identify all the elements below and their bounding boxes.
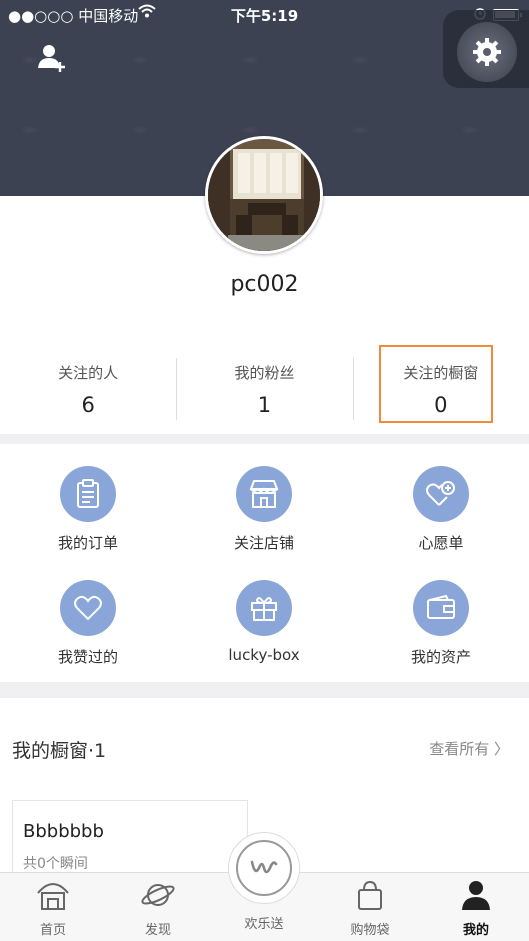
gift-box-icon — [236, 580, 292, 636]
grid-item-liked[interactable]: 我赞过的 — [0, 580, 176, 667]
showcase-card-subtitle: 共0个瞬间 — [23, 856, 88, 872]
tab-happy-send[interactable]: 欢乐送 — [224, 909, 304, 932]
center-logo-icon — [236, 840, 292, 896]
stat-label: 我的粉丝 — [234, 364, 295, 382]
highlight-box — [379, 345, 493, 423]
store-icon — [236, 466, 292, 522]
avatar[interactable] — [205, 136, 323, 254]
tab-home[interactable]: 首页 — [13, 879, 93, 938]
tab-label: 首页 — [39, 923, 66, 938]
tab-label: 我的 — [462, 923, 489, 938]
heart-icon — [60, 580, 116, 636]
center-action-button[interactable] — [228, 832, 300, 904]
tab-label: 购物袋 — [350, 923, 390, 938]
grid-item-orders[interactable]: 我的订单 — [0, 466, 176, 553]
grid-item-wishlist[interactable]: 心愿单 — [353, 466, 529, 553]
grid-item-label: 我的资产 — [410, 648, 471, 666]
gear-icon — [473, 38, 501, 66]
grid-item-label: 心愿单 — [418, 534, 464, 552]
home-icon — [37, 883, 69, 910]
stat-following[interactable]: 关注的人 6 — [0, 350, 176, 430]
grid-item-label: 我赞过的 — [57, 648, 118, 666]
person-icon — [462, 881, 490, 910]
view-all-link[interactable]: 查看所有 〉 — [429, 738, 509, 759]
grid-item-assets[interactable]: 我的资产 — [353, 580, 529, 667]
settings-button[interactable] — [457, 22, 517, 82]
bag-icon — [358, 880, 382, 910]
grid-item-followed-stores[interactable]: 关注店铺 — [176, 466, 352, 553]
tab-discover[interactable]: 发现 — [118, 879, 198, 938]
grid-item-label: 我的订单 — [57, 534, 118, 552]
clipboard-icon — [60, 466, 116, 522]
stat-value: 6 — [81, 393, 95, 417]
tab-mine[interactable]: 我的 — [436, 879, 516, 938]
tab-shopping-bag[interactable]: 购物袋 — [330, 879, 410, 938]
tab-label: 欢乐送 — [244, 917, 284, 932]
settings-button-container — [443, 10, 529, 88]
showcase-title: 我的橱窗·1 — [12, 740, 107, 762]
stat-label: 关注的人 — [58, 364, 119, 382]
add-friend-icon[interactable] — [36, 42, 68, 74]
stat-fans[interactable]: 我的粉丝 1 — [176, 350, 352, 430]
planet-icon — [141, 884, 175, 906]
showcase-card-title: Bbbbbbb — [23, 821, 104, 842]
grid-item-label: lucky-box — [228, 646, 300, 664]
grid-item-label: 关注店铺 — [233, 534, 294, 552]
wallet-icon — [413, 580, 469, 636]
function-grid: 我的订单 关注店铺 心愿单 我赞过的 lucky-box 我的资产 — [0, 444, 529, 682]
username: pc002 — [230, 272, 299, 297]
grid-item-lucky-box[interactable]: lucky-box — [176, 580, 352, 664]
stat-value: 1 — [257, 393, 272, 417]
heart-plus-icon — [413, 466, 469, 522]
tab-label: 发现 — [144, 923, 171, 938]
